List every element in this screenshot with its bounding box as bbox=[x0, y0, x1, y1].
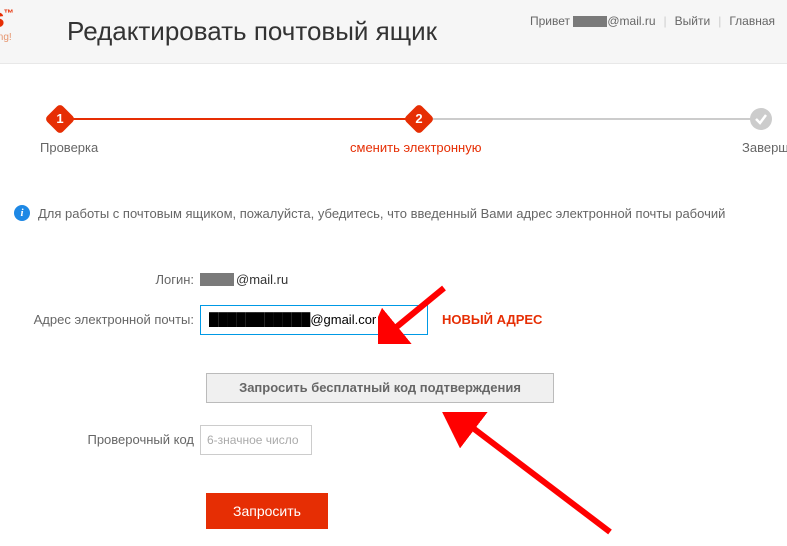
info-message: i Для работы с почтовым ящиком, пожалуйс… bbox=[14, 204, 773, 224]
step-3-label: Завершить bbox=[742, 140, 787, 155]
login-label: Логин: bbox=[0, 272, 200, 287]
email-label: Адрес электронной почты: bbox=[0, 312, 200, 327]
header-user-links: Привет @mail.ru | Выйти | Главная bbox=[530, 14, 775, 28]
step-3-marker bbox=[750, 108, 772, 130]
code-label: Проверочный код bbox=[0, 432, 200, 447]
step-line-inactive bbox=[424, 118, 760, 120]
email-row: Адрес электронной почты: НОВЫЙ АДРЕС bbox=[0, 305, 787, 335]
greeting-text: Привет @mail.ru bbox=[530, 14, 656, 28]
step-2-label: сменить электронную bbox=[350, 140, 481, 155]
redacted-login bbox=[200, 273, 234, 286]
step-1-label: Проверка bbox=[40, 140, 98, 155]
logo-tagline: etter Living! bbox=[0, 32, 12, 43]
logout-link[interactable]: Выйти bbox=[675, 14, 711, 28]
home-link[interactable]: Главная bbox=[729, 14, 775, 28]
separator: | bbox=[664, 14, 667, 28]
logo-fragment: ess™ bbox=[0, 2, 13, 34]
email-field[interactable] bbox=[200, 305, 428, 335]
login-row: Логин: @mail.ru bbox=[0, 272, 787, 287]
step-2-marker: 2 bbox=[403, 103, 434, 134]
verification-code-field[interactable] bbox=[200, 425, 312, 455]
login-value: @mail.ru bbox=[200, 272, 288, 287]
step-line-active bbox=[70, 118, 417, 120]
code-row: Проверочный код bbox=[0, 425, 787, 455]
info-text: Для работы с почтовым ящиком, пожалуйста… bbox=[38, 204, 725, 224]
submit-button[interactable]: Запросить bbox=[206, 493, 328, 529]
checkmark-icon bbox=[754, 112, 768, 126]
page-title: Редактировать почтовый ящик bbox=[67, 16, 437, 47]
new-address-annotation: НОВЫЙ АДРЕС bbox=[442, 312, 542, 327]
step-1-marker: 1 bbox=[44, 103, 75, 134]
form-area: Логин: @mail.ru Адрес электронной почты:… bbox=[0, 272, 787, 529]
redacted-username bbox=[573, 16, 607, 27]
info-icon: i bbox=[14, 205, 30, 221]
request-code-button[interactable]: Запросить бесплатный код подтверждения bbox=[206, 373, 554, 403]
separator: | bbox=[718, 14, 721, 28]
page-header: ess™ etter Living! Редактировать почтовы… bbox=[0, 0, 787, 64]
stepper: 1 Проверка 2 сменить электронную Заверши… bbox=[20, 108, 767, 168]
